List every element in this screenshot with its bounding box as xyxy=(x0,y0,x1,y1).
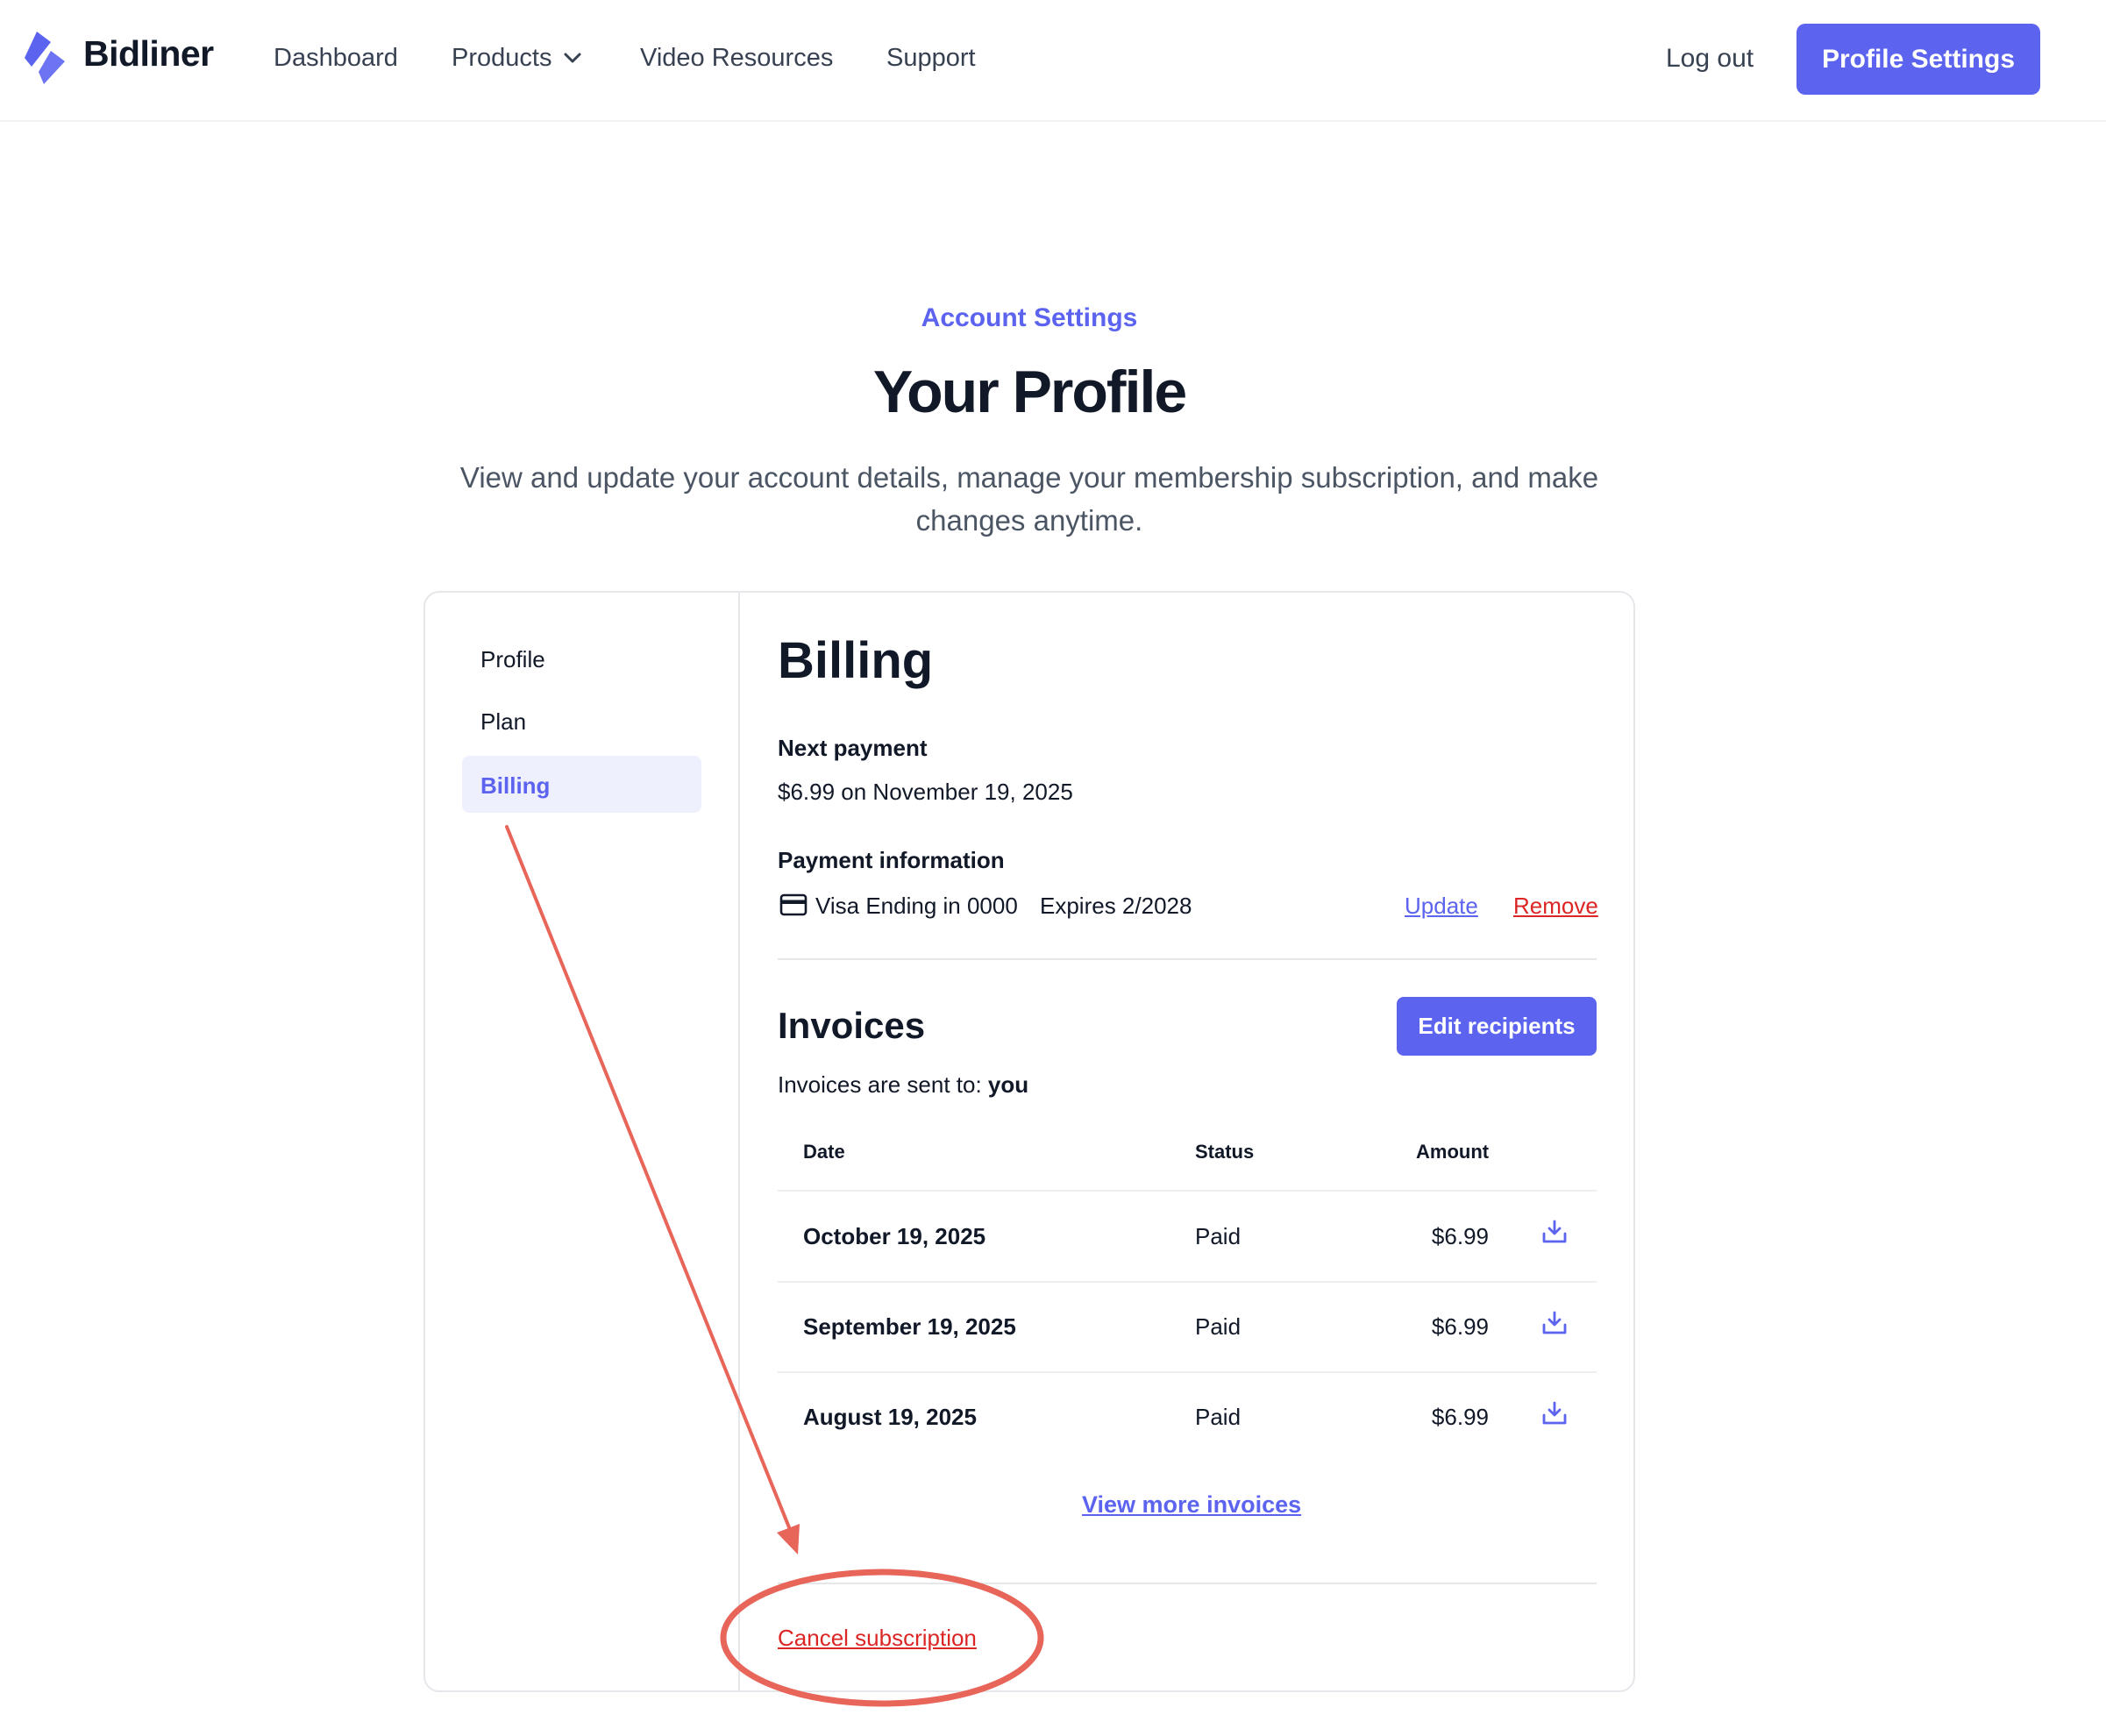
credit-card-icon xyxy=(779,893,808,916)
invoice-date: October 19, 2025 xyxy=(803,1223,986,1249)
nav-support[interactable]: Support xyxy=(886,44,976,73)
invoice-status: Paid xyxy=(1195,1223,1242,1249)
invoice-status: Paid xyxy=(1195,1313,1242,1340)
section-divider xyxy=(778,958,1597,960)
brand-name[interactable]: Bidliner xyxy=(83,33,214,75)
payment-information-label: Payment information xyxy=(778,847,1005,873)
column-header-amount: Amount xyxy=(1416,1141,1490,1163)
column-header-date: Date xyxy=(803,1141,845,1163)
billing-heading: Billing xyxy=(778,632,934,689)
sidebar-item-profile[interactable]: Profile xyxy=(480,646,545,673)
edit-recipients-button[interactable]: Edit recipients xyxy=(1397,997,1597,1056)
sidebar-item-billing[interactable]: Billing xyxy=(480,772,550,800)
card-expiry-text: Expires 2/2028 xyxy=(1040,893,1192,919)
next-payment-label: Next payment xyxy=(778,735,928,761)
nav-products[interactable]: Products xyxy=(452,44,581,73)
invoice-amount: $6.99 xyxy=(1431,1404,1489,1430)
invoice-date: September 19, 2025 xyxy=(803,1313,1016,1340)
bidliner-logo-icon[interactable] xyxy=(25,32,68,84)
download-icon[interactable] xyxy=(1541,1219,1568,1245)
section-eyebrow: Account Settings xyxy=(921,303,1138,332)
invoice-status: Paid xyxy=(1195,1404,1242,1430)
nav-dashboard[interactable]: Dashboard xyxy=(274,44,398,73)
remove-payment-link[interactable]: Remove xyxy=(1513,893,1598,920)
section-divider xyxy=(778,1583,1597,1584)
chevron-down-icon xyxy=(564,53,581,63)
page-description: View and update your account details, ma… xyxy=(459,461,1599,537)
nav-products-label: Products xyxy=(452,44,552,72)
update-payment-link[interactable]: Update xyxy=(1405,893,1478,920)
invoices-sent-to-value: you xyxy=(987,1071,1029,1098)
view-more-invoices-link[interactable]: View more invoices xyxy=(1082,1491,1301,1519)
invoices-recipient-text: Invoices are sent to: you xyxy=(778,1071,1028,1099)
page-title: Your Profile xyxy=(872,359,1187,425)
invoices-heading: Invoices xyxy=(778,1005,926,1046)
sidebar-divider xyxy=(738,593,740,1690)
log-out-link[interactable]: Log out xyxy=(1666,44,1754,74)
table-row-divider xyxy=(778,1190,1597,1192)
table-row-divider xyxy=(778,1371,1597,1373)
download-icon[interactable] xyxy=(1541,1400,1568,1427)
column-header-status: Status xyxy=(1195,1141,1255,1163)
cancel-subscription-link[interactable]: Cancel subscription xyxy=(778,1625,977,1652)
card-number-text: Visa Ending in 0000 xyxy=(815,893,1018,919)
profile-settings-button[interactable]: Profile Settings xyxy=(1797,24,2040,95)
invoice-amount: $6.99 xyxy=(1431,1313,1489,1340)
download-icon[interactable] xyxy=(1541,1310,1568,1336)
invoice-amount: $6.99 xyxy=(1431,1223,1489,1249)
nav-video-resources[interactable]: Video Resources xyxy=(640,44,833,73)
table-row-divider xyxy=(778,1281,1597,1283)
invoice-date: August 19, 2025 xyxy=(803,1404,977,1430)
sidebar-item-plan[interactable]: Plan xyxy=(480,708,526,736)
top-navigation-bar: Bidliner Dashboard Products Video Resour… xyxy=(0,0,2106,122)
invoices-sent-to-prefix: Invoices are sent to: xyxy=(778,1071,982,1098)
next-payment-value: $6.99 on November 19, 2025 xyxy=(778,779,1073,805)
